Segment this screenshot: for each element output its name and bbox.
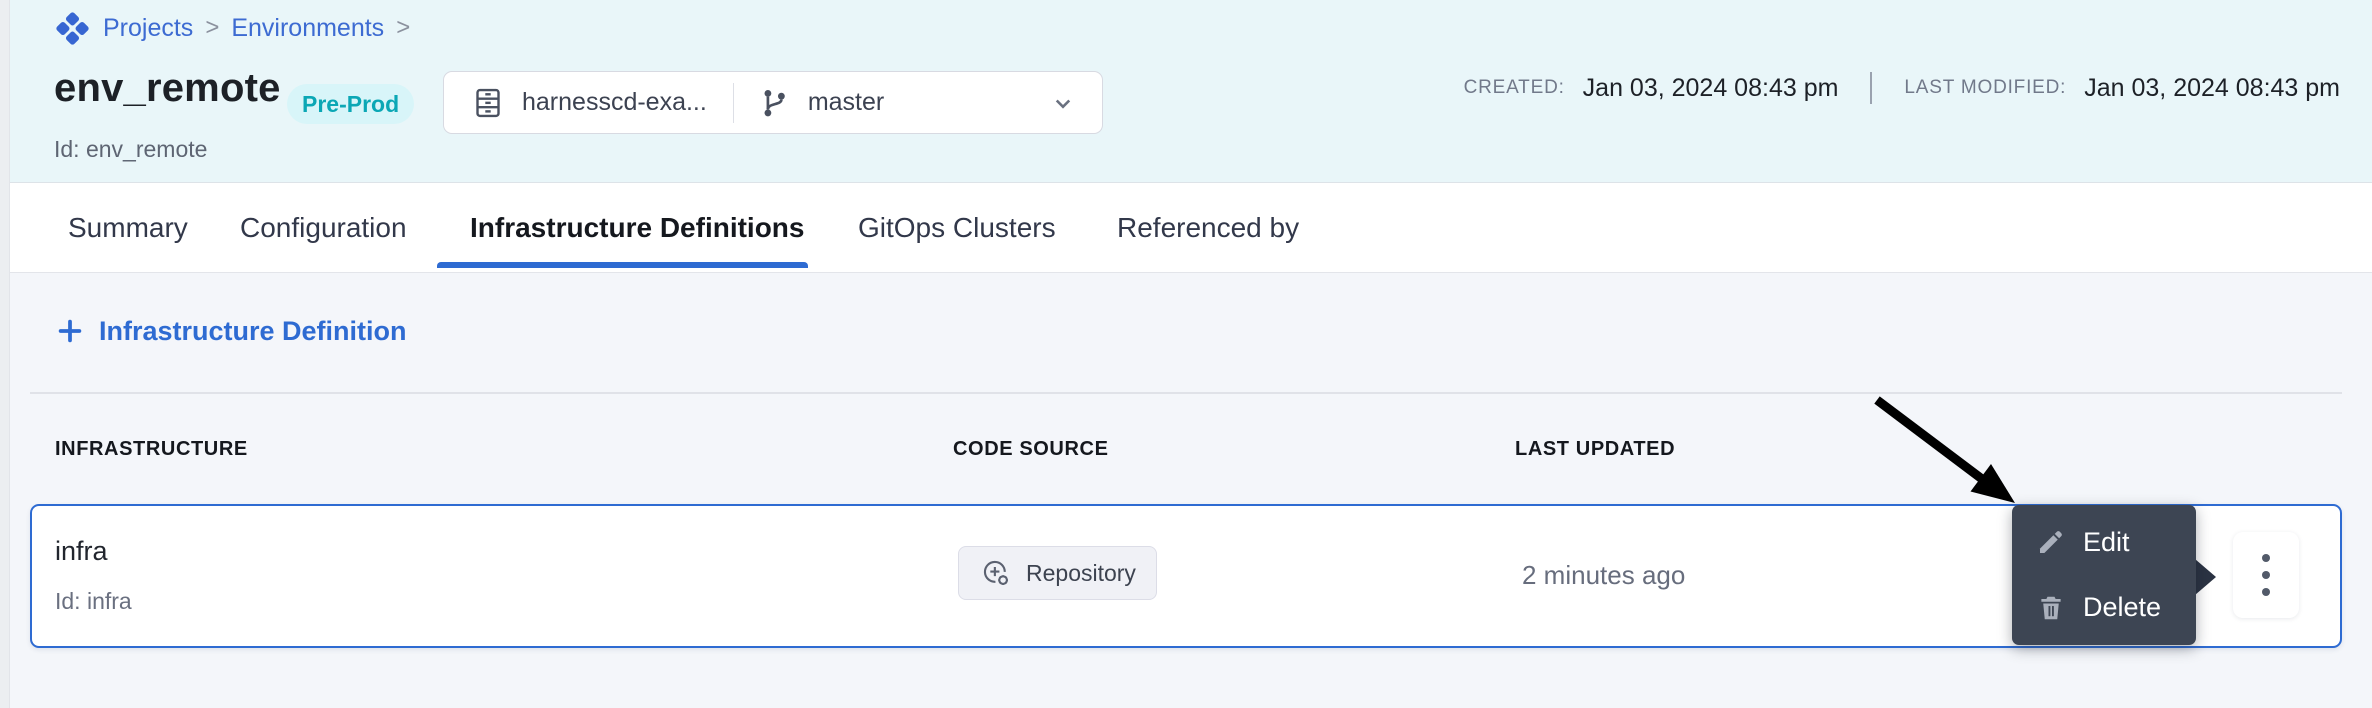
plus-icon	[55, 316, 85, 346]
breadcrumb: Projects > Environments >	[54, 8, 410, 48]
branch-name: master	[808, 88, 884, 117]
infrastructure-id: Id: infra	[55, 588, 132, 615]
row-context-menu: Edit Delete	[2012, 505, 2196, 645]
chevron-down-icon[interactable]	[1048, 88, 1078, 118]
created-value: Jan 03, 2024 08:43 pm	[1583, 74, 1839, 103]
context-menu-label: Delete	[2083, 592, 2161, 623]
breadcrumb-link-environments[interactable]: Environments	[231, 14, 384, 43]
tab-configuration[interactable]: Configuration	[240, 183, 407, 273]
add-button-label: Infrastructure Definition	[99, 316, 407, 347]
context-menu-item-delete[interactable]: Delete	[2012, 580, 2196, 636]
projects-icon	[54, 10, 91, 47]
column-header-code-source: CODE SOURCE	[953, 438, 1109, 461]
last-updated-value: 2 minutes ago	[1522, 560, 1685, 591]
kebab-icon	[2262, 588, 2270, 596]
breadcrumb-separator: >	[205, 14, 219, 42]
pencil-icon	[2036, 527, 2066, 557]
divider	[30, 392, 2342, 394]
code-source-label: Repository	[1026, 560, 1136, 587]
add-infrastructure-definition-button[interactable]: Infrastructure Definition	[55, 310, 407, 352]
divider	[1870, 72, 1872, 104]
column-header-infrastructure: INFRASTRUCTURE	[55, 438, 248, 461]
breadcrumb-link-projects[interactable]: Projects	[103, 14, 193, 43]
window-left-edge	[0, 0, 10, 708]
repository-name: harnesscd-exa...	[522, 88, 707, 117]
tab-bar: Summary Configuration Infrastructure Def…	[10, 183, 2372, 273]
last-modified-label: LAST MODIFIED:	[1904, 77, 2066, 99]
code-source-badge: Repository	[958, 546, 1157, 600]
environment-id: Id: env_remote	[54, 136, 207, 163]
tab-gitops-clusters[interactable]: GitOps Clusters	[858, 183, 1056, 273]
repository-remote-icon	[979, 556, 1013, 590]
environment-details-page: Projects > Environments > env_remote Pre…	[0, 0, 2372, 708]
timestamps: CREATED: Jan 03, 2024 08:43 pm LAST MODI…	[1464, 66, 2340, 110]
page-title: env_remote	[54, 66, 281, 111]
context-menu-item-edit[interactable]: Edit	[2012, 514, 2196, 570]
tab-referenced-by[interactable]: Referenced by	[1117, 183, 1299, 273]
page-header: Projects > Environments > env_remote Pre…	[10, 0, 2372, 183]
trash-icon	[2036, 593, 2066, 623]
environment-type-badge: Pre-Prod	[287, 84, 414, 124]
table-row[interactable]	[30, 504, 2342, 648]
git-details-selector: harnesscd-exa... master	[443, 71, 1103, 134]
tab-infrastructure-definitions[interactable]: Infrastructure Definitions	[470, 183, 804, 273]
kebab-icon	[2262, 571, 2270, 579]
row-options-button[interactable]	[2233, 532, 2299, 618]
created-label: CREATED:	[1464, 77, 1565, 99]
context-menu-label: Edit	[2083, 527, 2130, 558]
git-branch-icon	[758, 86, 792, 120]
last-modified-value: Jan 03, 2024 08:43 pm	[2084, 74, 2340, 103]
active-tab-indicator	[437, 262, 808, 268]
branch-selector[interactable]: master	[734, 72, 1102, 133]
breadcrumb-separator: >	[396, 14, 410, 42]
repository-icon	[470, 85, 506, 121]
tab-summary[interactable]: Summary	[68, 183, 188, 273]
repository-name-section: harnesscd-exa...	[444, 72, 733, 133]
infrastructure-name: infra	[55, 536, 108, 567]
column-header-last-updated: LAST UPDATED	[1515, 438, 1675, 461]
kebab-icon	[2262, 554, 2270, 562]
